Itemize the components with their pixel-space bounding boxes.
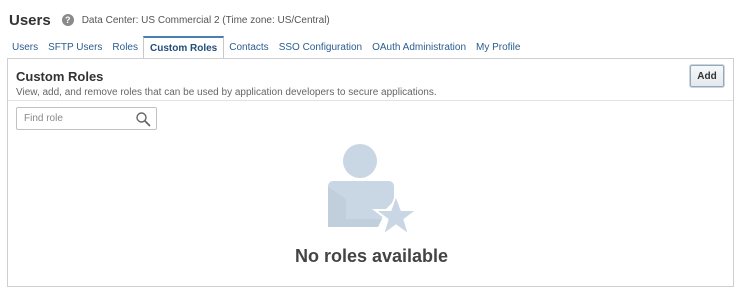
page: Users ? Data Center: US Commercial 2 (Ti… [0,0,740,292]
search-icon[interactable] [135,111,151,127]
user-star-icon [328,144,420,237]
tab-my-profile[interactable]: My Profile [471,36,525,58]
find-role-search [16,107,157,130]
tab-custom-roles[interactable]: Custom Roles [142,36,225,58]
panel-title: Custom Roles [16,69,104,84]
page-header: Users ? Data Center: US Commercial 2 (Ti… [9,8,330,32]
search-input[interactable] [17,108,129,129]
tab-users[interactable]: Users [7,36,43,58]
tab-sso-configuration[interactable]: SSO Configuration [274,36,367,58]
tab-bar: Users SFTP Users Roles Custom Roles Cont… [7,36,525,58]
empty-state-message: No roles available [294,246,449,266]
datacenter-info: Data Center: US Commercial 2 (Time zone:… [81,14,330,26]
page-title: Users [9,11,51,29]
tab-roles[interactable]: Roles [107,36,143,58]
add-button[interactable]: Add [690,65,724,87]
tab-contacts[interactable]: Contacts [224,36,273,58]
panel-description: View, add, and remove roles that can be … [16,87,437,98]
custom-roles-panel: Custom Roles View, add, and remove roles… [7,58,734,287]
panel-header: Custom Roles View, add, and remove roles… [8,59,733,101]
help-icon[interactable]: ? [61,14,74,26]
tab-sftp-users[interactable]: SFTP Users [43,36,107,58]
tab-oauth-administration[interactable]: OAuth Administration [367,36,471,58]
